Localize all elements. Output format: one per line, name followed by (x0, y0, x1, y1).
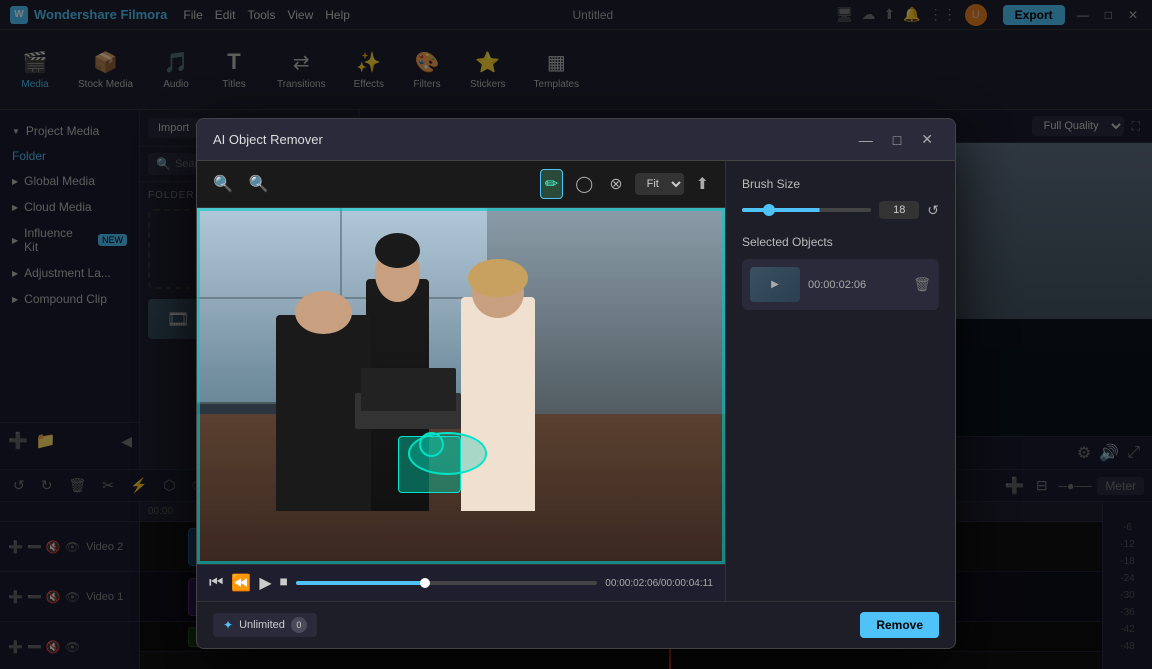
ai-badge-label: Unlimited (239, 619, 285, 631)
object-time: 00:00:02:06 (808, 279, 905, 291)
stop-button[interactable]: ⏹ (280, 574, 288, 592)
skip-back-button[interactable]: ⏮ (209, 574, 223, 592)
brush-size-slider[interactable] (742, 208, 871, 212)
eraser-button[interactable]: ◯ (571, 170, 597, 198)
ai-unlimited-badge: ✦ Unlimited 0 (213, 613, 317, 637)
brush-size-value[interactable]: 18 (879, 201, 919, 219)
modal-video-toolbar: 🔍 🔍 ✏ ◯ ⊗ Fit ⬆ (197, 161, 725, 208)
modal-overlay: AI Object Remover — □ ✕ 🔍 🔍 ✏ (0, 0, 1152, 669)
modal-body: 🔍 🔍 ✏ ◯ ⊗ Fit ⬆ (197, 161, 955, 601)
progress-fill (296, 581, 426, 585)
ai-object-remover-modal: AI Object Remover — □ ✕ 🔍 🔍 ✏ (196, 118, 956, 649)
progress-handle[interactable] (420, 578, 430, 588)
modal-time-display: 00:00:02:06/00:00:04:11 (605, 578, 713, 589)
modal-minimize-button[interactable]: — (853, 129, 879, 150)
modal-current-time: 00:00:02:06 (605, 578, 658, 589)
modal-footer: ✦ Unlimited 0 Remove (197, 601, 955, 648)
zoom-out-button[interactable]: 🔍 (209, 170, 237, 198)
ai-icon: ✦ (223, 618, 233, 632)
modal-title: AI Object Remover (213, 132, 323, 147)
play-button[interactable]: ▶ (259, 573, 271, 593)
fit-select[interactable]: Fit (635, 173, 684, 195)
modal-close-button[interactable]: ✕ (915, 129, 939, 150)
progress-bar[interactable] (296, 581, 598, 585)
modal-video-frame (197, 208, 725, 564)
modal-video-area: 🔍 🔍 ✏ ◯ ⊗ Fit ⬆ (197, 161, 725, 601)
ai-count-badge: 0 (291, 617, 307, 633)
modal-playback: ⏮ ⏪ ▶ ⏹ 00:00:02:06/00:00:04:11 (197, 564, 725, 601)
selected-object-item: ▶ 00:00:02:06 🗑 (742, 259, 939, 310)
export-frame-button[interactable]: ⬆ (692, 170, 713, 198)
brush-slider-row: 18 ↺ (742, 201, 939, 219)
thumb-placeholder: ▶ (771, 279, 779, 290)
modal-header: AI Object Remover — □ ✕ (197, 119, 955, 161)
remove-button[interactable]: Remove (860, 612, 939, 638)
brush-size-label: Brush Size (742, 177, 939, 191)
delete-object-button[interactable]: 🗑 (913, 276, 931, 293)
zoom-in-button[interactable]: 🔍 (245, 170, 273, 198)
object-thumbnail: ▶ (750, 267, 800, 302)
reset-brush-button[interactable]: ↺ (927, 202, 939, 219)
modal-window-controls: — □ ✕ (853, 129, 939, 150)
selected-objects-label: Selected Objects (742, 235, 939, 249)
draw-tool-button[interactable]: ✏ (540, 169, 563, 199)
step-back-button[interactable]: ⏪ (231, 573, 251, 593)
modal-sidebar: Brush Size 18 ↺ Selected Objects ▶ (725, 161, 955, 601)
modal-total-time: 00:00:04:11 (661, 578, 713, 589)
clear-button[interactable]: ⊗ (605, 170, 626, 198)
modal-maximize-button[interactable]: □ (887, 129, 907, 150)
